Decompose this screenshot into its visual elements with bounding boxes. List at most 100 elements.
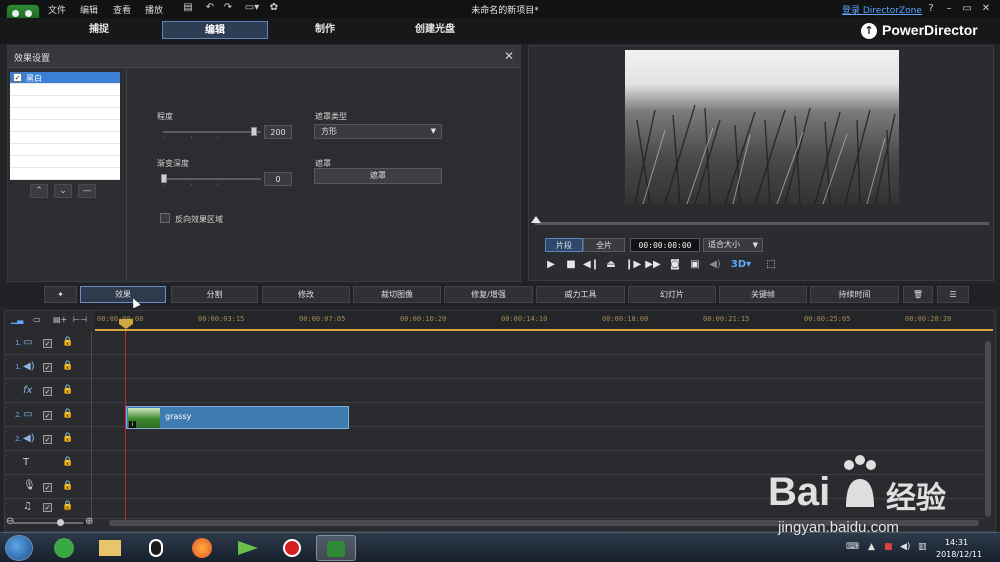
track-enable-checkbox[interactable]: ✓ bbox=[43, 435, 52, 444]
fast-forward-icon[interactable]: ▶▶ bbox=[645, 258, 661, 272]
delete-trash-icon[interactable]: 🗑 bbox=[903, 286, 933, 303]
lock-icon[interactable]: 🔒 bbox=[62, 481, 73, 491]
minimize-button[interactable]: – bbox=[942, 2, 956, 16]
previous-frame-icon[interactable]: ◀❙ bbox=[583, 258, 599, 272]
3d-mode-icon[interactable]: 3D▾ bbox=[729, 258, 753, 272]
track-enable-checkbox[interactable]: ✓ bbox=[43, 387, 52, 396]
power-tools-button[interactable]: 威力工具 bbox=[536, 286, 625, 303]
gradient-slider-track[interactable] bbox=[163, 178, 261, 180]
track-height-icon[interactable]: ⊢⊣ bbox=[73, 315, 87, 324]
browser-360-icon[interactable] bbox=[44, 535, 84, 561]
lock-icon[interactable]: 🔒 bbox=[62, 385, 73, 395]
fix-enhance-button[interactable]: 修复/增强 bbox=[444, 286, 533, 303]
slideshow-button[interactable]: 幻灯片 bbox=[628, 286, 716, 303]
close-icon[interactable]: ✕ bbox=[502, 49, 516, 63]
keyframe-button[interactable]: 关键帧 bbox=[719, 286, 807, 303]
save-icon[interactable]: ▤ bbox=[182, 2, 194, 14]
tray-expand-icon[interactable]: ▲ bbox=[868, 542, 875, 552]
next-frame-icon[interactable]: ❙▶ bbox=[625, 258, 641, 272]
degree-value[interactable]: 200 bbox=[264, 125, 292, 139]
lock-icon[interactable]: 🔒 bbox=[62, 501, 73, 511]
magic-tool-icon[interactable]: ✦ bbox=[44, 286, 77, 303]
lock-icon[interactable]: 🔒 bbox=[62, 337, 73, 347]
lock-icon[interactable]: 🔒 bbox=[62, 457, 73, 467]
menu-file[interactable]: 文件 bbox=[48, 3, 66, 16]
login-directorzone-link[interactable]: 登录 DirectorZone bbox=[842, 3, 922, 16]
tab-edit[interactable]: 编辑 bbox=[162, 21, 268, 39]
tab-produce[interactable]: 制作 bbox=[272, 21, 378, 39]
volume-icon[interactable]: ◀) bbox=[707, 258, 723, 272]
menu-edit[interactable]: 编辑 bbox=[80, 3, 98, 16]
more-options-icon[interactable]: ☰ bbox=[937, 286, 969, 303]
add-track-icon[interactable]: ▤+ bbox=[53, 315, 67, 324]
effect-item-bw[interactable]: ✓ 黑白 bbox=[10, 72, 120, 84]
timeline-ruler[interactable]: 00:00:00:00 00:00:03:15 00:00:07:05 00:0… bbox=[95, 311, 993, 331]
track-enable-checkbox[interactable]: ✓ bbox=[43, 503, 52, 512]
start-button[interactable] bbox=[5, 535, 33, 561]
degree-slider-track[interactable] bbox=[163, 131, 261, 133]
media-player-icon[interactable] bbox=[228, 535, 268, 561]
tab-movie-mode[interactable]: 全片 bbox=[583, 238, 625, 252]
zoom-slider-thumb[interactable] bbox=[57, 519, 64, 526]
snapshot-camera-icon[interactable]: ◙ bbox=[667, 258, 683, 272]
duration-button[interactable]: 持续时间 bbox=[810, 286, 899, 303]
tab-clip-mode[interactable]: 片段 bbox=[545, 238, 583, 252]
move-up-button[interactable]: ⌃ bbox=[30, 184, 48, 198]
settings-gear-icon[interactable]: ✿ bbox=[268, 2, 280, 14]
storyboard-view-icon[interactable]: ▭ bbox=[33, 315, 41, 324]
timeline-fit-icon[interactable]: ▁▃ bbox=[11, 315, 23, 324]
tab-capture[interactable]: 捕捉 bbox=[46, 21, 152, 39]
track-enable-checkbox[interactable]: ✓ bbox=[43, 411, 52, 420]
clock-date[interactable]: 2018/12/11 bbox=[936, 550, 982, 559]
tab-create-disc[interactable]: 创建光盘 bbox=[382, 21, 488, 39]
timeline-clip-grassy[interactable]: i grassy bbox=[126, 406, 349, 429]
zoom-in-icon[interactable]: ⊕ bbox=[85, 516, 93, 527]
undock-preview-icon[interactable]: ⬚ bbox=[763, 258, 779, 272]
preview-scrubber-thumb[interactable] bbox=[531, 216, 541, 223]
firefox-icon[interactable] bbox=[182, 535, 222, 561]
stop-icon[interactable]: ■ bbox=[563, 258, 579, 272]
play-icon[interactable]: ▶ bbox=[543, 258, 559, 272]
gradient-depth-value[interactable]: 0 bbox=[264, 172, 292, 186]
track-enable-checkbox[interactable]: ✓ bbox=[43, 363, 52, 372]
undo-icon[interactable]: ↶ bbox=[204, 2, 216, 14]
upgrade-arrow-icon[interactable]: ↑ bbox=[861, 23, 877, 39]
mask-button[interactable]: 遮罩 bbox=[314, 168, 442, 184]
qq-icon[interactable] bbox=[136, 535, 176, 561]
volume-tray-icon[interactable]: ◀) bbox=[900, 542, 910, 552]
track-enable-checkbox[interactable]: ✓ bbox=[43, 339, 52, 348]
mask-type-dropdown[interactable]: 方形 ▼ bbox=[314, 124, 442, 139]
remove-effect-button[interactable]: — bbox=[78, 184, 96, 198]
lock-icon[interactable]: 🔒 bbox=[62, 433, 73, 443]
zoom-fit-dropdown[interactable]: 适合大小 ▼ bbox=[703, 238, 763, 252]
menu-play[interactable]: 播放 bbox=[145, 3, 163, 16]
modify-button[interactable]: 修改 bbox=[262, 286, 350, 303]
close-window-button[interactable]: ✕ bbox=[979, 2, 993, 16]
maximize-button[interactable]: ▭ bbox=[960, 2, 974, 16]
powerdirector-task-icon[interactable] bbox=[316, 535, 356, 561]
keyboard-icon[interactable]: ⌨ bbox=[846, 542, 859, 552]
menu-view[interactable]: 查看 bbox=[113, 3, 131, 16]
preview-scrubber-track[interactable] bbox=[535, 222, 989, 225]
crop-image-button[interactable]: 裁切图像 bbox=[353, 286, 441, 303]
zoom-slider-track[interactable] bbox=[13, 522, 83, 524]
screen-recorder-icon[interactable] bbox=[272, 535, 312, 561]
split-button[interactable]: 分割 bbox=[171, 286, 258, 303]
lock-icon[interactable]: 🔒 bbox=[62, 409, 73, 419]
file-explorer-icon[interactable] bbox=[90, 535, 130, 561]
timecode-display[interactable]: 00:00:00:00 bbox=[630, 238, 700, 252]
track-enable-checkbox[interactable]: ✓ bbox=[43, 483, 52, 492]
lock-icon[interactable]: 🔒 bbox=[62, 361, 73, 371]
redo-icon[interactable]: ↷ bbox=[222, 2, 234, 14]
effects-button[interactable]: 效果 bbox=[80, 286, 166, 303]
network-icon[interactable]: ▥ bbox=[918, 542, 927, 552]
effect-enable-checkbox[interactable]: ✓ bbox=[13, 73, 22, 82]
degree-slider-thumb[interactable] bbox=[251, 127, 257, 136]
invert-area-checkbox[interactable] bbox=[160, 213, 170, 223]
dual-preview-icon[interactable]: ▣ bbox=[687, 258, 703, 272]
help-button[interactable]: ? bbox=[924, 2, 938, 16]
aspect-ratio-icon[interactable]: ▭▾ bbox=[242, 2, 262, 14]
security-icon[interactable]: ■ bbox=[884, 542, 893, 552]
move-down-button[interactable]: ⌄ bbox=[54, 184, 72, 198]
split-marker-icon[interactable]: ⏏ bbox=[603, 258, 619, 272]
